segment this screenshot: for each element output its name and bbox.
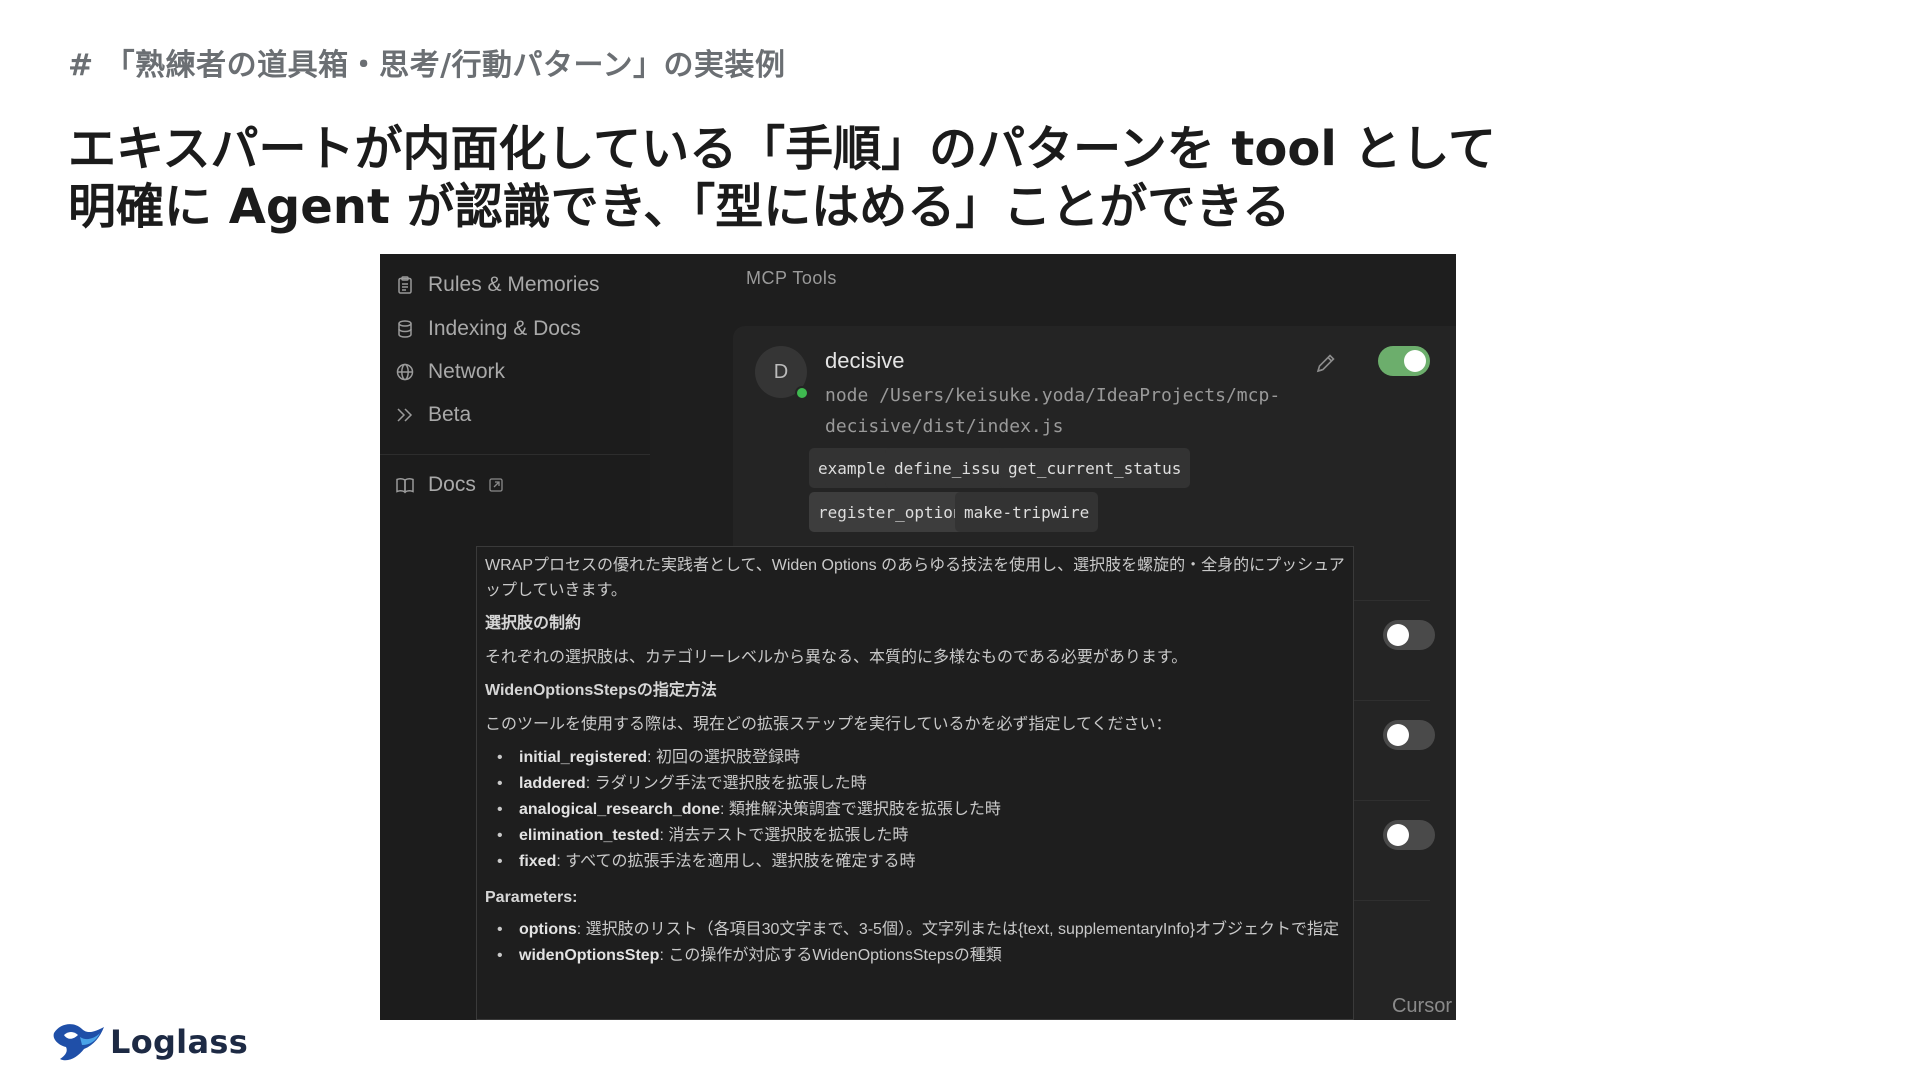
list-item: widenOptionsStep: この操作が対応するWidenOptionsS… (485, 943, 1345, 969)
tool-chip-example[interactable]: example (809, 448, 895, 488)
server-toggle-4[interactable] (1383, 820, 1435, 850)
tool-chip-get-current-status[interactable]: get_current_status (999, 448, 1191, 488)
sidebar-item-rules-memories[interactable]: Rules & Memories (392, 270, 600, 300)
tool-description-tooltip: WRAPプロセスの優れた実践者として、Widen Options のあらゆる技法… (476, 546, 1354, 1020)
sidebar-item-docs[interactable]: Docs (392, 470, 504, 500)
server-command-line-2: decisive/dist/index.js (825, 416, 1064, 437)
list-item: analogical_research_done: 類推解決策調査で選択肢を拡張… (485, 797, 1345, 823)
server-toggle-3[interactable] (1383, 720, 1435, 750)
mcp-tools-title: MCP Tools (746, 268, 837, 288)
sidebar-item-label: Indexing & Docs (428, 317, 581, 340)
steps-list: initial_registered: 初回の選択肢登録時 laddered: … (485, 745, 1345, 875)
tooltip-heading-steps: WidenOptionsStepsの指定方法 (485, 682, 717, 699)
tooltip-steps-text: このツールを使用する際は、現在どの拡張ステップを実行しているかを必ず指定してくだ… (485, 716, 1172, 733)
pencil-icon[interactable] (1313, 350, 1339, 376)
sidebar-divider (380, 454, 650, 455)
params-list: options: 選択肢のリスト（各項目30文字まで、3-5個）。文字列または{… (485, 917, 1345, 969)
tooltip-heading-parameters: Parameters: (485, 889, 578, 906)
server-name: decisive (825, 348, 905, 373)
chevrons-right-icon (392, 404, 418, 426)
server-enabled-toggle[interactable] (1378, 346, 1430, 376)
app-label: Cursor (1391, 995, 1452, 1017)
logo-text: Loglass (110, 1023, 249, 1061)
cursor-settings-screenshot: Rules & Memories Indexing & Docs Network… (380, 254, 1456, 1020)
globe-icon (392, 361, 418, 383)
sidebar-item-beta[interactable]: Beta (392, 400, 471, 430)
headline-line-2: 明確に Agent が認識でき、「型にはめる」ことができる (68, 179, 1291, 235)
headline-line-1: エキスパートが内面化している「手順」のパターンを tool として (68, 121, 1497, 177)
sidebar-item-label: Network (428, 360, 506, 383)
tooltip-heading-constraints: 選択肢の制約 (485, 615, 582, 632)
tooltip-constraints-text: それぞれの選択肢は、カテゴリーレベルから異なる、本質的に多様なものである必要があ… (485, 649, 1188, 666)
list-item: laddered: ラダリング手法で選択肢を拡張した時 (485, 771, 1345, 797)
list-item: elimination_tested: 消去テストで選択肢を拡張した時 (485, 823, 1345, 849)
clipboard-icon (392, 274, 418, 296)
server-command: node /Users/keisuke.yoda/IdeaProjects/mc… (825, 380, 1345, 442)
sidebar-item-indexing-docs[interactable]: Indexing & Docs (392, 314, 581, 344)
database-icon (392, 318, 418, 340)
sidebar-item-label: Rules & Memories (428, 273, 600, 296)
bird-logo-icon (53, 1024, 104, 1061)
list-item: fixed: すべての拡張手法を適用し、選択肢を確定する時 (485, 849, 1345, 875)
headline: エキスパートが内面化している「手順」のパターンを tool として 明確に Ag… (68, 120, 1568, 236)
tooltip-intro: WRAPプロセスの優れた実践者として、Widen Options のあらゆる技法… (485, 557, 1345, 599)
loglass-logo: Loglass (50, 1018, 248, 1066)
list-item: options: 選択肢のリスト（各項目30文字まで、3-5個）。文字列または{… (485, 917, 1345, 943)
external-link-icon (489, 478, 503, 492)
sidebar-item-label: Docs (428, 473, 476, 496)
book-icon (392, 474, 418, 496)
server-toggle-2[interactable] (1383, 620, 1435, 650)
sidebar-item-label: Beta (428, 403, 472, 426)
tool-chip-make-tripwire[interactable]: make-tripwire (955, 492, 1099, 532)
server-command-line-1: node /Users/keisuke.yoda/IdeaProjects/mc… (825, 385, 1281, 406)
list-item: initial_registered: 初回の選択肢登録時 (485, 745, 1345, 771)
section-label: # 「熟練者の道具箱・思考/行動パターン」の実装例 (68, 48, 786, 83)
sidebar-item-network[interactable]: Network (392, 357, 505, 387)
server-status-dot (795, 386, 809, 400)
